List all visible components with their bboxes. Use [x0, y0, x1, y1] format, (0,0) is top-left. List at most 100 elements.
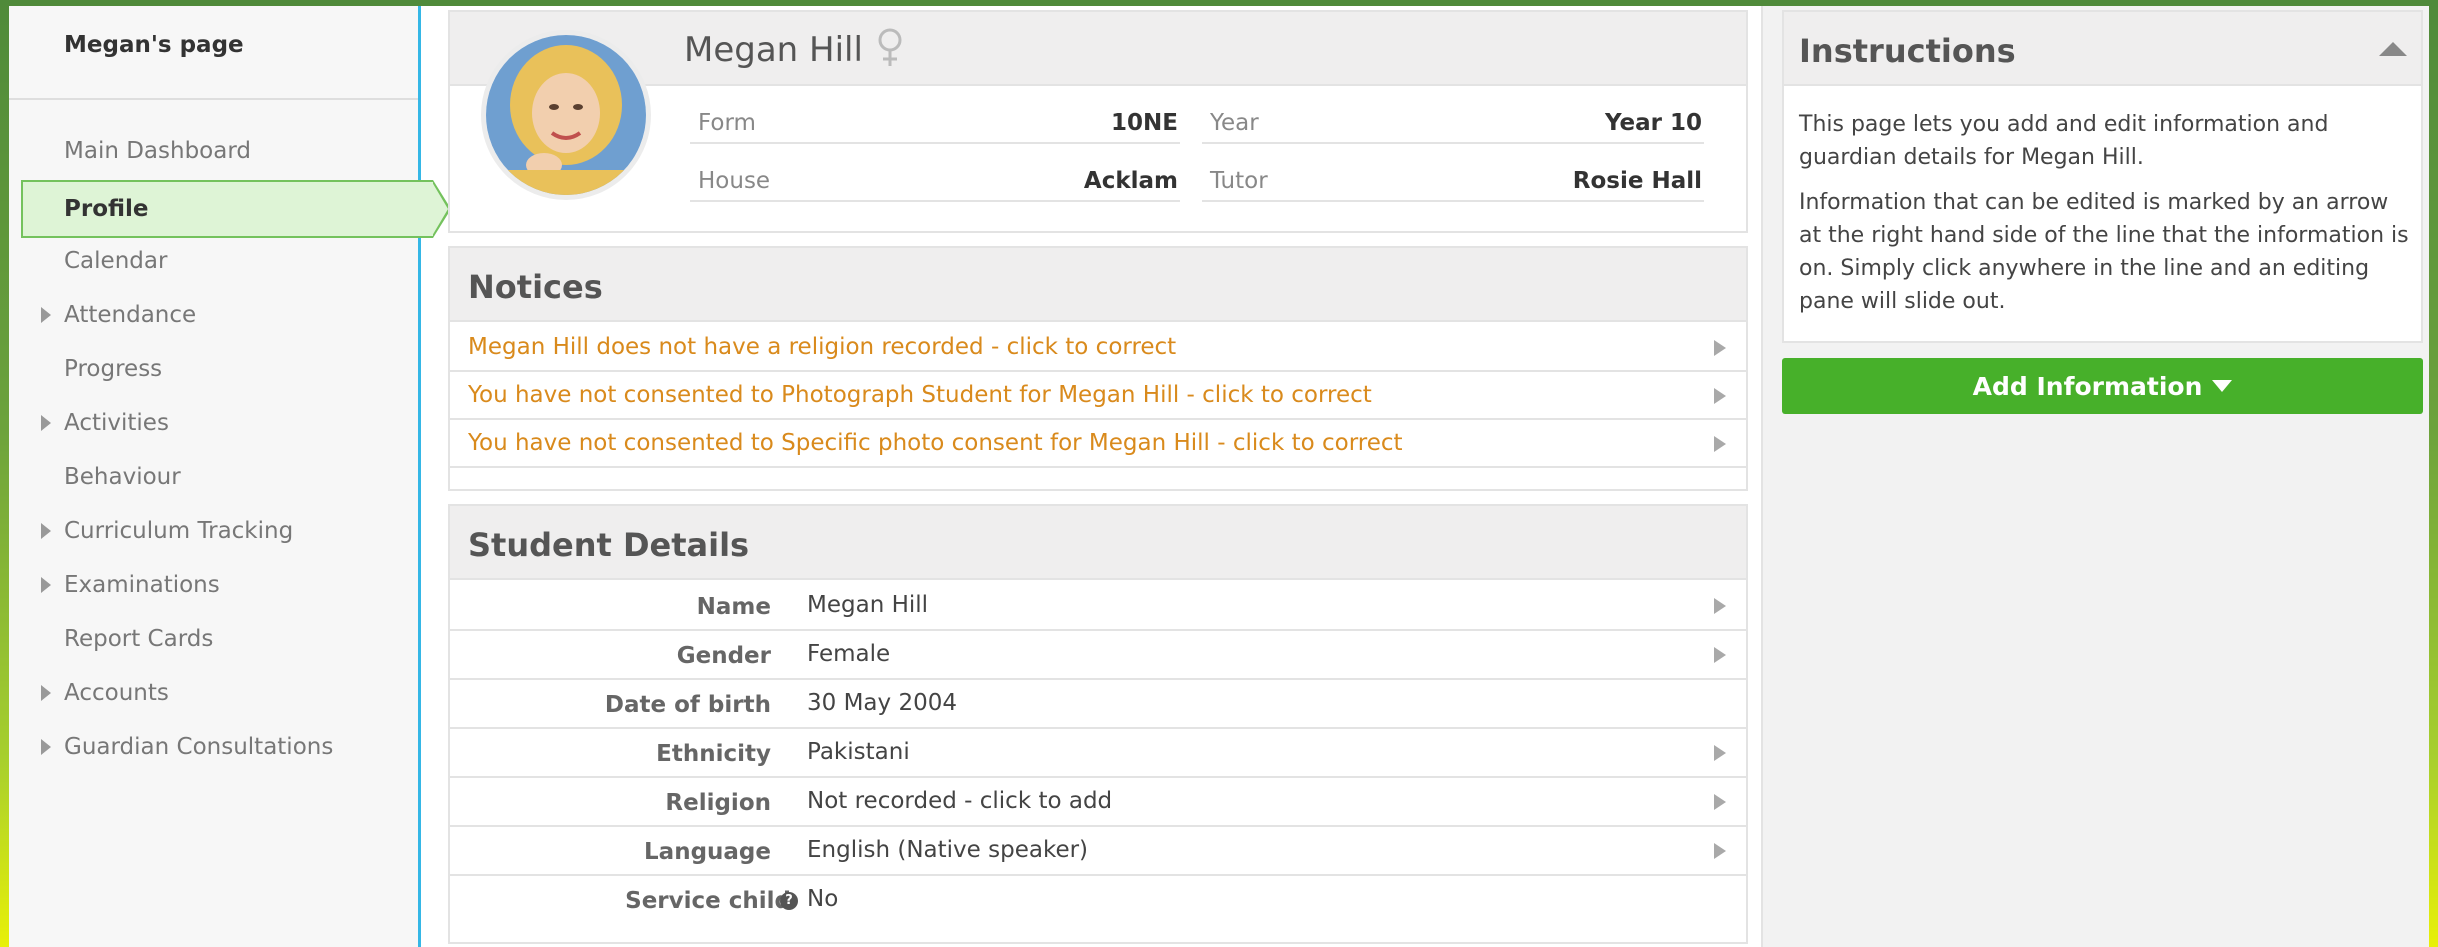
notices-title: Notices	[468, 268, 603, 306]
student-name: Megan Hill	[684, 30, 863, 70]
tutor-label: Tutor	[1210, 168, 1268, 194]
row-arrow-icon	[1714, 745, 1726, 761]
sidebar-item-guardian-consultations[interactable]: Guardian Consultations	[9, 720, 418, 774]
row-arrow-icon	[1714, 794, 1726, 810]
row-arrow-icon	[1714, 388, 1726, 404]
add-information-label: Add Information	[1972, 371, 2203, 401]
collapse-arrow-icon[interactable]	[2379, 42, 2407, 56]
detail-label: Religion	[665, 790, 771, 816]
expand-triangle-icon	[41, 415, 51, 431]
profile-panel: Megan Hill Form 10NE Year Year 10 House …	[448, 10, 1748, 233]
student-details-header: Student Details	[450, 506, 1746, 580]
detail-value: Pakistani	[807, 739, 910, 765]
student-details-panel: Student Details Name Megan Hill Gender F…	[448, 504, 1748, 944]
sidebar-item-progress[interactable]: Progress	[9, 342, 418, 396]
female-symbol-icon	[878, 28, 902, 66]
sidebar-item-label: Report Cards	[64, 626, 214, 652]
sidebar-item-examinations[interactable]: Examinations	[9, 558, 418, 612]
detail-row-name[interactable]: Name Megan Hill	[450, 582, 1746, 631]
notice-text: Megan Hill does not have a religion reco…	[468, 334, 1177, 360]
sidebar-item-profile[interactable]: Profile	[21, 180, 451, 238]
detail-row-religion[interactable]: Religion Not recorded - click to add	[450, 778, 1746, 827]
notice-item[interactable]: You have not consented to Photograph Stu…	[450, 372, 1746, 420]
sidebar-divider	[9, 98, 418, 100]
row-arrow-icon	[1714, 598, 1726, 614]
sidebar-item-behaviour[interactable]: Behaviour	[9, 450, 418, 504]
detail-row-date-of-birth: Date of birth 30 May 2004	[450, 680, 1746, 729]
house-row: House Acklam	[690, 146, 1180, 202]
tutor-row: Tutor Rosie Hall	[1202, 146, 1704, 202]
sidebar-item-report-cards[interactable]: Report Cards	[9, 612, 418, 666]
app-frame: Megan's page Main Dashboard Profile Cale…	[9, 6, 2429, 947]
detail-value: Female	[807, 641, 891, 667]
year-label: Year	[1210, 110, 1259, 136]
sidebar-item-curriculum-tracking[interactable]: Curriculum Tracking	[9, 504, 418, 558]
detail-value: Megan Hill	[807, 592, 929, 618]
detail-row-gender[interactable]: Gender Female	[450, 631, 1746, 680]
detail-row-language[interactable]: Language English (Native speaker)	[450, 827, 1746, 876]
active-pointer-fill	[432, 182, 448, 236]
year-value: Year 10	[1604, 110, 1702, 136]
profile-header: Megan Hill	[450, 12, 1746, 86]
form-label: Form	[698, 110, 756, 136]
row-arrow-icon	[1714, 843, 1726, 859]
add-information-button[interactable]: Add Information	[1782, 358, 2423, 414]
sidebar-item-label: Behaviour	[64, 464, 181, 490]
sidebar-item-main-dashboard[interactable]: Main Dashboard	[9, 124, 418, 178]
student-details-title: Student Details	[468, 526, 750, 564]
notices-panel: Notices Megan Hill does not have a relig…	[448, 246, 1748, 491]
detail-value: No	[807, 886, 839, 912]
sidebar-item-label: Accounts	[64, 680, 169, 706]
detail-value: Not recorded - click to add	[807, 788, 1113, 814]
sidebar-title: Megan's page	[64, 32, 244, 58]
expand-triangle-icon	[41, 685, 51, 701]
detail-row-ethnicity[interactable]: Ethnicity Pakistani	[450, 729, 1746, 778]
avatar	[481, 30, 651, 200]
expand-triangle-icon	[41, 307, 51, 323]
sidebar-item-calendar[interactable]: Calendar	[9, 234, 418, 288]
sidebar: Megan's page Main Dashboard Profile Cale…	[9, 6, 451, 947]
sidebar-item-label: Main Dashboard	[64, 138, 251, 164]
detail-label: Gender	[676, 643, 771, 669]
sidebar-item-label: Curriculum Tracking	[64, 518, 294, 544]
detail-label: Date of birth	[604, 692, 771, 718]
notice-item[interactable]: You have not consented to Specific photo…	[450, 420, 1746, 468]
sidebar-item-label: Calendar	[64, 248, 168, 274]
detail-value: English (Native speaker)	[807, 837, 1089, 863]
student-photo	[486, 35, 646, 195]
row-arrow-icon	[1714, 647, 1726, 663]
instructions-header: Instructions	[1784, 12, 2421, 86]
sidebar-item-attendance[interactable]: Attendance	[9, 288, 418, 342]
expand-triangle-icon	[41, 739, 51, 755]
notice-text: You have not consented to Specific photo…	[468, 430, 1403, 456]
help-icon[interactable]: ?	[780, 892, 798, 910]
detail-label: Ethnicity	[656, 741, 771, 767]
notice-item[interactable]: Megan Hill does not have a religion reco…	[450, 324, 1746, 372]
detail-label: Name	[696, 594, 771, 620]
detail-label: Language	[644, 839, 771, 865]
sidebar-item-label: Guardian Consultations	[64, 734, 334, 760]
detail-label-text: Service child	[625, 888, 791, 914]
detail-row-service-child: Service child ? No	[450, 876, 1746, 925]
form-value: 10NE	[1111, 110, 1178, 136]
notices-header: Notices	[450, 248, 1746, 322]
sidebar-item-label: Examinations	[64, 572, 220, 598]
detail-label: Service child	[625, 888, 791, 914]
tutor-value: Rosie Hall	[1572, 168, 1702, 194]
detail-value: 30 May 2004	[807, 690, 957, 716]
instructions-panel: Instructions This page lets you add and …	[1782, 10, 2423, 343]
house-value: Acklam	[1083, 168, 1178, 194]
house-label: House	[698, 168, 771, 194]
sidebar-item-activities[interactable]: Activities	[9, 396, 418, 450]
expand-triangle-icon	[41, 577, 51, 593]
instructions-paragraph: This page lets you add and edit informat…	[1799, 112, 2329, 170]
sidebar-item-accounts[interactable]: Accounts	[9, 666, 418, 720]
notice-text: You have not consented to Photograph Stu…	[468, 382, 1372, 408]
sidebar-item-label: Attendance	[64, 302, 197, 328]
instructions-paragraph: Information that can be edited is marked…	[1799, 190, 2409, 314]
form-row: Form 10NE	[690, 88, 1180, 144]
caret-down-icon	[2212, 380, 2233, 392]
row-arrow-icon	[1714, 340, 1726, 356]
sidebar-item-label: Profile	[64, 196, 149, 222]
expand-triangle-icon	[41, 523, 51, 539]
